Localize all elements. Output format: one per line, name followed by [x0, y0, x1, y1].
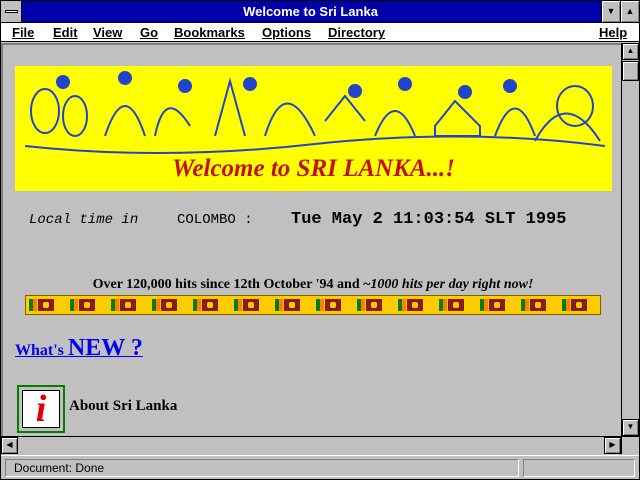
sri-lanka-flag-icon [477, 296, 518, 314]
whats-new-link[interactable]: What's NEW ? [15, 335, 143, 362]
info-icon: i [22, 388, 60, 430]
system-menu-button[interactable] [1, 1, 22, 22]
sri-lanka-flag-icon [436, 296, 477, 314]
system-menu-icon [5, 10, 18, 13]
local-time-value: Tue May 2 11:03:54 SLT 1995 [291, 210, 567, 229]
window-title: Welcome to Sri Lanka [243, 4, 378, 19]
arrow-down-icon: ▼ [626, 422, 635, 431]
progress-indicator [523, 459, 635, 477]
vertical-scroll-thumb[interactable] [622, 61, 639, 81]
sri-lanka-flag-icon [149, 296, 190, 314]
triangle-up-icon: ▲ [625, 6, 635, 16]
scroll-down-button[interactable]: ▼ [622, 419, 639, 436]
whats-new-prefix: What's [15, 342, 68, 359]
sri-lanka-flag-icon [313, 296, 354, 314]
hits-emphasis: 1000 hits per day right now! [370, 277, 534, 292]
local-time-city: COLOMBO : [177, 212, 253, 228]
menu-file[interactable]: File [12, 25, 34, 40]
menu-bar: File Edit View Go Bookmarks Options Dire… [1, 23, 639, 42]
sri-lanka-flag-icon [231, 296, 272, 314]
title-bar[interactable]: Welcome to Sri Lanka ▼ ▲ [1, 1, 639, 23]
arrow-left-icon: ◀ [6, 440, 13, 449]
sri-lanka-flag-icon [108, 296, 149, 314]
scroll-left-button[interactable]: ◀ [1, 437, 18, 454]
sri-lanka-flag-icon [354, 296, 395, 314]
arrow-up-icon: ▲ [626, 46, 635, 55]
sri-lanka-flag-icon [518, 296, 559, 314]
local-time-label: Local time in [29, 212, 139, 228]
vertical-scroll-track[interactable] [622, 61, 639, 418]
page-content: Welcome to SRI LANKA...! Local time in C… [1, 43, 621, 436]
info-glyph: i [35, 388, 47, 430]
arrow-right-icon: ▶ [609, 440, 616, 449]
hit-counter-text: Over 120,000 hits since 12th October '94… [25, 277, 601, 293]
hits-text: Over 120,000 hits since 12th October '94… [92, 277, 371, 292]
menu-edit[interactable]: Edit [53, 25, 78, 40]
sri-lanka-flag-icon [26, 296, 67, 314]
menu-go[interactable]: Go [140, 25, 158, 40]
browser-window: Welcome to Sri Lanka ▼ ▲ File Edit View … [0, 0, 640, 480]
triangle-down-icon: ▼ [606, 6, 616, 16]
flag-divider-bar [25, 295, 601, 315]
menu-view[interactable]: View [93, 25, 122, 40]
maximize-button[interactable]: ▲ [620, 1, 639, 22]
minimize-button[interactable]: ▼ [601, 1, 620, 22]
sri-lanka-flag-icon [395, 296, 436, 314]
about-sri-lanka-info-button[interactable]: i [17, 385, 65, 433]
sri-lanka-flag-icon [559, 296, 600, 314]
sri-lanka-flag-icon [190, 296, 231, 314]
status-bar: Document: Done [1, 455, 639, 479]
scroll-right-button[interactable]: ▶ [604, 437, 621, 454]
sri-lanka-flag-icon [67, 296, 108, 314]
menu-help[interactable]: Help [599, 25, 627, 40]
sri-lanka-flag-icon [272, 296, 313, 314]
horizontal-scrollbar[interactable]: ◀ ▶ [1, 436, 621, 454]
scrollbar-corner [621, 436, 639, 454]
banner-title: Welcome to SRI LANKA...! [172, 155, 455, 182]
menu-bookmarks[interactable]: Bookmarks [174, 25, 245, 40]
menu-directory[interactable]: Directory [328, 25, 385, 40]
status-text: Document: Done [5, 459, 519, 477]
vertical-scrollbar[interactable]: ▲ ▼ [621, 43, 639, 436]
scroll-up-button[interactable]: ▲ [622, 43, 639, 60]
welcome-banner-image: Welcome to SRI LANKA...! [15, 66, 612, 191]
whats-new-big: NEW ? [67, 335, 143, 361]
about-sri-lanka-label: About Sri Lanka [69, 398, 178, 414]
menu-options[interactable]: Options [262, 25, 311, 40]
